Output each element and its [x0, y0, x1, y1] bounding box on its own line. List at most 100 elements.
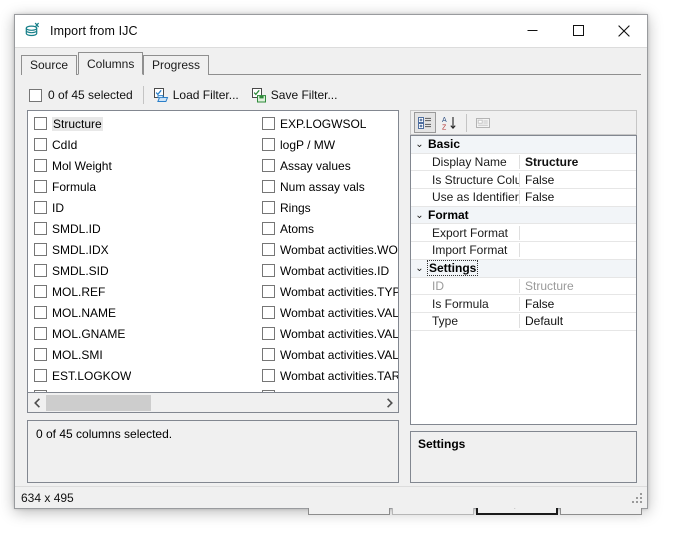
- column-checkbox[interactable]: [34, 180, 47, 193]
- chevron-left-icon[interactable]: [28, 394, 46, 412]
- property-row[interactable]: Export Format: [411, 224, 636, 242]
- property-row[interactable]: Use as IdentifierFalse: [411, 189, 636, 207]
- property-value[interactable]: Structure: [520, 279, 636, 293]
- column-checkbox[interactable]: [34, 348, 47, 361]
- list-item[interactable]: Assay values: [262, 155, 399, 176]
- tab-progress[interactable]: Progress: [143, 55, 209, 75]
- list-item[interactable]: ID: [34, 197, 258, 218]
- tab-source[interactable]: Source: [21, 55, 77, 75]
- property-row[interactable]: Display NameStructure: [411, 154, 636, 172]
- column-checkbox[interactable]: [34, 369, 47, 382]
- property-value[interactable]: False: [520, 297, 636, 311]
- column-label: Mol Weight: [52, 159, 112, 173]
- list-item[interactable]: logP / MW: [262, 134, 399, 155]
- list-item[interactable]: Mol Weight: [34, 155, 258, 176]
- list-item[interactable]: MOL.REF: [34, 281, 258, 302]
- property-row[interactable]: TypeDefault: [411, 313, 636, 331]
- column-checkbox[interactable]: [262, 264, 275, 277]
- column-checkbox[interactable]: [34, 159, 47, 172]
- property-value[interactable]: False: [520, 173, 636, 187]
- maximize-icon[interactable]: [555, 15, 601, 46]
- list-item[interactable]: SMDL.ID: [34, 218, 258, 239]
- property-row[interactable]: Is FormulaFalse: [411, 295, 636, 313]
- close-icon[interactable]: [601, 15, 647, 46]
- status-bar: 634 x 495: [15, 486, 647, 508]
- window-size-text: 634 x 495: [21, 491, 74, 505]
- property-value[interactable]: Default: [520, 314, 636, 328]
- column-checkbox[interactable]: [34, 243, 47, 256]
- column-checkbox[interactable]: [34, 117, 47, 130]
- chevron-down-icon[interactable]: ⌄: [411, 263, 428, 274]
- column-checkbox[interactable]: [262, 222, 275, 235]
- list-item[interactable]: Wombat activities.VALUE: [262, 344, 399, 365]
- save-filter-button[interactable]: Save Filter...: [251, 87, 338, 103]
- list-item[interactable]: MOL.GNAME: [34, 323, 258, 344]
- list-item[interactable]: Wombat activities.TARGET: [262, 386, 399, 393]
- column-checkbox[interactable]: [34, 138, 47, 151]
- hscrollbar-trough[interactable]: [46, 394, 380, 412]
- categorized-view-icon[interactable]: [414, 112, 436, 133]
- property-row[interactable]: IDStructure: [411, 278, 636, 296]
- column-checkbox[interactable]: [34, 285, 47, 298]
- list-item[interactable]: EXP.LOGWSOL: [262, 113, 399, 134]
- list-item[interactable]: Structure: [34, 113, 258, 134]
- column-checkbox[interactable]: [262, 306, 275, 319]
- list-item[interactable]: Wombat activities.TYPE: [262, 281, 399, 302]
- property-category-row[interactable]: ⌄Format: [411, 207, 636, 225]
- list-item[interactable]: SMDL.SID: [34, 260, 258, 281]
- column-checkbox[interactable]: [262, 138, 275, 151]
- property-row[interactable]: Import Format: [411, 242, 636, 260]
- property-value[interactable]: False: [520, 190, 636, 204]
- grip-dot: [640, 493, 642, 495]
- property-grid[interactable]: ⌄BasicDisplay NameStructureIs Structure …: [410, 135, 637, 425]
- columns-list-hscrollbar[interactable]: [27, 393, 399, 413]
- column-checkbox[interactable]: [262, 327, 275, 340]
- column-checkbox[interactable]: [262, 285, 275, 298]
- list-item[interactable]: MOL.SMI: [34, 344, 258, 365]
- list-item[interactable]: Wombat activities.VALUE: [262, 302, 399, 323]
- column-checkbox[interactable]: [262, 243, 275, 256]
- resize-grip-icon[interactable]: [632, 493, 644, 505]
- list-item[interactable]: Wombat activities.TARGET: [262, 365, 399, 386]
- chevron-right-icon[interactable]: [380, 394, 398, 412]
- hscrollbar-thumb[interactable]: [46, 395, 151, 411]
- tab-columns[interactable]: Columns: [78, 52, 143, 75]
- column-checkbox[interactable]: [262, 117, 275, 130]
- sort-alphabetical-icon[interactable]: A Z: [438, 112, 460, 133]
- list-item[interactable]: Wombat activities.VALUE: [262, 323, 399, 344]
- list-item[interactable]: Rings: [262, 197, 399, 218]
- import-from-ijc-window: Import from IJC Source Columns Progress: [14, 14, 648, 509]
- list-item[interactable]: EST.LOGWSOL: [34, 386, 258, 393]
- chevron-down-icon[interactable]: ⌄: [411, 139, 428, 150]
- column-checkbox[interactable]: [34, 201, 47, 214]
- property-category-row[interactable]: ⌄Settings: [411, 260, 636, 278]
- list-item[interactable]: CdId: [34, 134, 258, 155]
- list-item[interactable]: SMDL.IDX: [34, 239, 258, 260]
- list-item[interactable]: Num assay vals: [262, 176, 399, 197]
- minimize-icon[interactable]: [509, 15, 555, 46]
- column-checkbox[interactable]: [34, 222, 47, 235]
- column-checkbox[interactable]: [262, 348, 275, 361]
- list-item[interactable]: Atoms: [262, 218, 399, 239]
- list-item[interactable]: EST.LOGKOW: [34, 365, 258, 386]
- property-value[interactable]: Structure: [520, 155, 636, 169]
- chevron-down-icon[interactable]: ⌄: [411, 210, 428, 221]
- property-row[interactable]: Is Structure ColuFalse: [411, 171, 636, 189]
- load-filter-button[interactable]: Load Filter...: [153, 87, 239, 103]
- column-checkbox[interactable]: [34, 306, 47, 319]
- property-category-row[interactable]: ⌄Basic: [411, 136, 636, 154]
- list-item[interactable]: Wombat activities.WOM: [262, 239, 399, 260]
- column-checkbox[interactable]: [262, 369, 275, 382]
- select-all-checkbox-group[interactable]: 0 of 45 selected: [29, 88, 133, 102]
- column-label: Num assay vals: [280, 180, 365, 194]
- column-checkbox[interactable]: [34, 327, 47, 340]
- columns-list[interactable]: StructureCdIdMol WeightFormulaIDSMDL.IDS…: [27, 110, 399, 393]
- select-all-checkbox[interactable]: [29, 89, 42, 102]
- column-checkbox[interactable]: [262, 180, 275, 193]
- list-item[interactable]: MOL.NAME: [34, 302, 258, 323]
- column-checkbox[interactable]: [262, 159, 275, 172]
- list-item[interactable]: Formula: [34, 176, 258, 197]
- column-checkbox[interactable]: [34, 264, 47, 277]
- list-item[interactable]: Wombat activities.ID: [262, 260, 399, 281]
- column-checkbox[interactable]: [262, 201, 275, 214]
